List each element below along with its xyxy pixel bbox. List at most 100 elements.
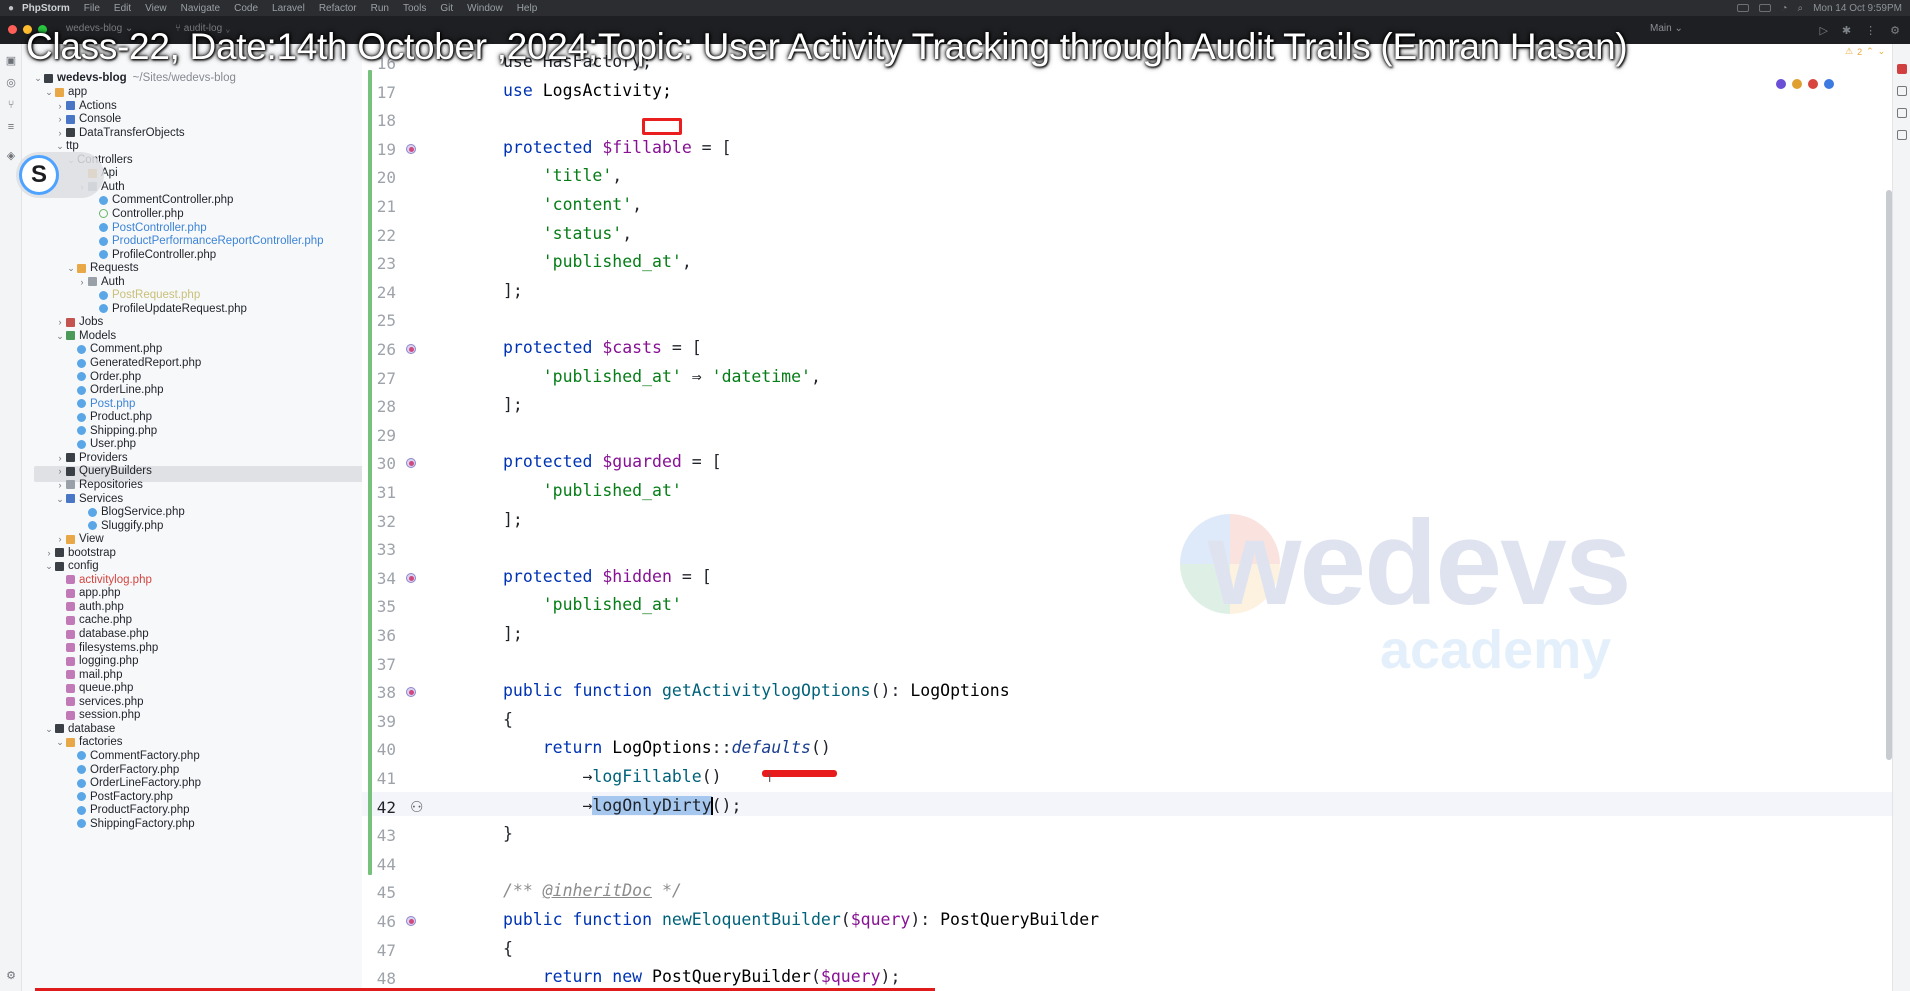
inspection-widget[interactable]: ⚠ 2 ⌃ ⌄	[1845, 46, 1885, 57]
override-marker-icon[interactable]	[404, 143, 417, 156]
firefox-browser-icon[interactable]	[1808, 79, 1818, 89]
line-number[interactable]: 24	[362, 283, 396, 302]
line-number[interactable]: 19	[362, 140, 396, 159]
code-line[interactable]: return LogOptions::defaults()	[503, 738, 831, 757]
apple-icon[interactable]: ●	[0, 3, 22, 14]
line-number[interactable]: 27	[362, 369, 396, 388]
code-line[interactable]: ];	[503, 281, 523, 300]
code-line[interactable]: use LogsActivity;	[503, 81, 672, 100]
menu-item-laravel[interactable]: Laravel	[272, 3, 305, 14]
structure-tool-icon[interactable]: ≡	[4, 120, 18, 134]
chevron-down-icon[interactable]: ⌄	[1878, 46, 1886, 57]
code-line[interactable]: ];	[503, 395, 523, 414]
notifications-icon[interactable]	[1897, 64, 1907, 74]
override-marker-icon[interactable]	[404, 686, 417, 699]
settings-icon[interactable]: ⚙	[1890, 24, 1900, 37]
code-line[interactable]: {	[503, 939, 513, 958]
line-number[interactable]: 47	[362, 941, 396, 960]
code-line[interactable]: ];	[503, 510, 523, 529]
code-editor[interactable]: wedevs academy	[460, 44, 1880, 991]
code-line[interactable]: 'title',	[503, 166, 622, 185]
line-number[interactable]: 45	[362, 883, 396, 902]
settings-gear-icon[interactable]: ⚙	[4, 969, 18, 983]
code-line[interactable]: 'content',	[503, 195, 642, 214]
menu-item-git[interactable]: Git	[440, 3, 453, 14]
menu-item-view[interactable]: View	[145, 3, 167, 14]
code-line[interactable]: protected $guarded = [	[503, 452, 722, 471]
line-number[interactable]: 22	[362, 226, 396, 245]
code-line[interactable]: 'published_at' ⇒ 'datetime',	[503, 367, 821, 386]
code-line[interactable]: →logFillable()	[503, 767, 721, 786]
line-number[interactable]: 25	[362, 311, 396, 330]
override-marker-icon[interactable]	[404, 343, 417, 356]
line-number[interactable]: 30	[362, 454, 396, 473]
menu-item-navigate[interactable]: Navigate	[181, 3, 220, 14]
debug-icon[interactable]: ✱	[1842, 24, 1851, 37]
line-number[interactable]: 33	[362, 540, 396, 559]
laravel-tool-icon[interactable]: ◈	[4, 149, 18, 163]
line-number[interactable]: 26	[362, 340, 396, 359]
tree-file[interactable]: ProfileUpdateRequest.php	[87, 301, 247, 317]
code-line[interactable]: 'published_at',	[503, 252, 692, 271]
line-number[interactable]: 17	[362, 83, 396, 102]
line-number[interactable]: 46	[362, 912, 396, 931]
code-line[interactable]: 'status',	[503, 224, 632, 243]
app-name-menu[interactable]: PhpStorm	[22, 3, 70, 14]
menu-item-refactor[interactable]: Refactor	[319, 3, 357, 14]
line-number[interactable]: 48	[362, 969, 396, 988]
line-number[interactable]: 36	[362, 626, 396, 645]
line-number[interactable]: 32	[362, 512, 396, 531]
chrome-browser-icon[interactable]	[1792, 79, 1802, 89]
menu-item-window[interactable]: Window	[467, 3, 503, 14]
git-tool-icon[interactable]: ⑂	[4, 98, 18, 112]
chevron-down-icon[interactable]: ⌄	[54, 491, 66, 507]
database-icon[interactable]	[1897, 86, 1907, 96]
wifi-icon[interactable]: ◔	[1781, 3, 1787, 14]
menu-item-edit[interactable]: Edit	[114, 3, 131, 14]
line-number[interactable]: 28	[362, 397, 396, 416]
window-close-button[interactable]	[8, 25, 17, 34]
ai-assistant-icon[interactable]	[1897, 108, 1907, 118]
line-number[interactable]: 37	[362, 655, 396, 674]
code-line[interactable]: →logOnlyDirty();	[503, 795, 741, 816]
search-icon[interactable]: ⌕	[1797, 3, 1803, 14]
line-number[interactable]: 29	[362, 426, 396, 445]
run-icon[interactable]: ▷	[1819, 24, 1827, 37]
menu-item-tools[interactable]: Tools	[403, 3, 426, 14]
line-number[interactable]: 31	[362, 483, 396, 502]
tree-file[interactable]: ShippingFactory.php	[65, 816, 195, 832]
line-number[interactable]: 35	[362, 597, 396, 616]
code-line[interactable]: 'published_at'	[503, 481, 682, 500]
override-marker-icon[interactable]	[404, 572, 417, 585]
code-line[interactable]: /** @inheritDoc */	[503, 881, 682, 900]
code-line[interactable]: protected $fillable = [	[503, 138, 732, 157]
line-number[interactable]: 40	[362, 740, 396, 759]
menu-item-code[interactable]: Code	[234, 3, 258, 14]
line-number[interactable]: 43	[362, 826, 396, 845]
code-line[interactable]: public function getActivitylogOptions():…	[503, 681, 1010, 700]
chevron-up-icon[interactable]: ⌃	[1866, 46, 1874, 57]
line-number[interactable]: 42	[362, 798, 396, 817]
line-number[interactable]: 41	[362, 769, 396, 788]
code-line[interactable]: return new PostQueryBuilder($query);	[503, 967, 901, 986]
code-line[interactable]: public function newEloquentBuilder($quer…	[503, 910, 1099, 929]
code-line[interactable]: protected $hidden = [	[503, 567, 712, 586]
override-marker-icon[interactable]	[404, 915, 417, 928]
more-icon[interactable]: ⋮	[1865, 24, 1876, 37]
ai-suggestion-icon[interactable]: ⚇	[410, 798, 423, 816]
phpstorm-browser-icon[interactable]	[1776, 79, 1786, 89]
line-number[interactable]: 38	[362, 683, 396, 702]
menu-item-help[interactable]: Help	[517, 3, 538, 14]
project-tool-icon[interactable]: ▣	[4, 54, 18, 68]
menu-item-file[interactable]: File	[84, 3, 100, 14]
code-line[interactable]: ];	[503, 624, 523, 643]
code-line[interactable]: }	[503, 824, 513, 843]
code-line[interactable]: 'published_at'	[503, 595, 682, 614]
line-number[interactable]: 23	[362, 254, 396, 273]
line-number[interactable]: 34	[362, 569, 396, 588]
screen-record-icon[interactable]	[1737, 4, 1750, 12]
run-config-selector[interactable]: Main ⌄	[1650, 23, 1683, 34]
line-number[interactable]: 39	[362, 712, 396, 731]
line-number[interactable]: 44	[362, 855, 396, 874]
line-number[interactable]: 21	[362, 197, 396, 216]
